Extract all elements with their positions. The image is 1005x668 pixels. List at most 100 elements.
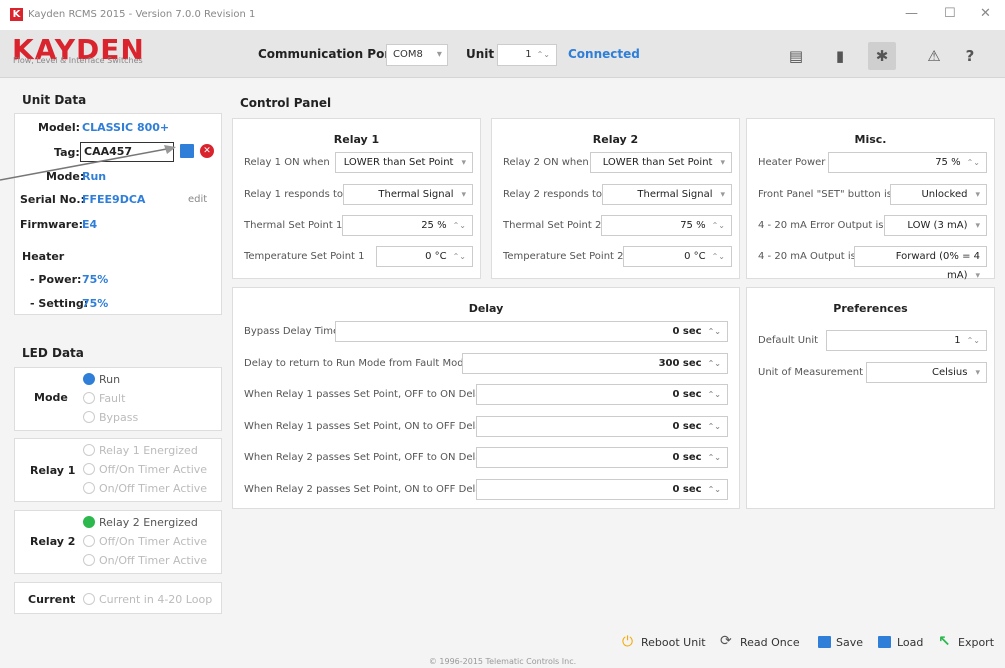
save-icon[interactable] [818, 636, 831, 648]
unit-value: 1 [525, 49, 532, 60]
power-value: 75% [82, 273, 109, 286]
relay2-title: Relay 2 [592, 133, 639, 146]
heater-power-label: Heater Power [758, 157, 826, 168]
firmware-label: Firmware: [20, 218, 84, 231]
unit-data-heading: Unit Data [22, 93, 87, 107]
output-label: 4 - 20 mA Output is [758, 251, 856, 262]
setting-label: - Setting: [30, 297, 89, 310]
relay2-responds-select[interactable]: Thermal Signal [602, 184, 732, 205]
led-fault-label: Fault [99, 392, 126, 405]
help-icon[interactable]: ? [956, 42, 984, 70]
load-icon[interactable] [878, 636, 891, 648]
save-tag-icon[interactable] [180, 144, 194, 158]
port-label: Communication Port [258, 47, 396, 61]
relay2-temp-label: Temperature Set Point 2 [503, 251, 624, 262]
delay-row-label: When Relay 2 passes Set Point, ON to OFF… [244, 484, 488, 495]
delay-row-spinner[interactable]: 0 sec [335, 321, 728, 342]
unit-spinner[interactable]: 1 ⌃⌄ [497, 44, 557, 66]
refresh-icon[interactable]: ⟳ [720, 633, 732, 649]
measurement-label: Unit of Measurement [758, 367, 864, 378]
delay-row-spinner[interactable]: 0 sec [476, 479, 728, 500]
relay2-temp-spinner[interactable]: 0 °C [623, 246, 732, 267]
led-relay2-energized-label: Relay 2 Energized [99, 516, 198, 529]
port-select[interactable]: COM8 ▾ [386, 44, 448, 66]
minimize-icon[interactable]: — [905, 6, 918, 21]
led-current-label: Current [28, 593, 76, 606]
error-output-select[interactable]: LOW (3 mA) [884, 215, 987, 236]
heater-heading: Heater [22, 250, 65, 263]
chevron-down-icon: ▾ [436, 49, 442, 60]
relay1-thermal-label: Thermal Set Point 1 [244, 220, 343, 231]
delay-row-label: Delay to return to Run Mode from Fault M… [244, 358, 470, 369]
relay1-temp-spinner[interactable]: 0 °C [376, 246, 473, 267]
read-once-button[interactable]: Read Once [740, 636, 800, 649]
power-label: - Power: [30, 273, 82, 286]
measurement-select[interactable]: Celsius [866, 362, 987, 383]
led-relay1-offon-label: Off/On Timer Active [99, 463, 208, 476]
brand-tagline: Flow, Level & Interface Switches [13, 56, 143, 65]
warning-icon[interactable]: ⚠ [920, 42, 948, 70]
relay1-on-when-select[interactable]: LOWER than Set Point [335, 152, 473, 173]
led-run-label: Run [99, 373, 121, 386]
serial-value: FFEE9DCA [82, 193, 146, 206]
preferences-title: Preferences [833, 302, 908, 315]
led-bypass-label: Bypass [99, 411, 139, 424]
mode-value: Run [82, 170, 107, 183]
export-button[interactable]: Export [958, 636, 994, 649]
led-data-heading: LED Data [22, 346, 84, 360]
relay2-thermal-label: Thermal Set Point 2 [503, 220, 602, 231]
led-relay1-offon-indicator [83, 463, 95, 475]
setting-value: 75% [82, 297, 109, 310]
default-unit-spinner[interactable]: 1 [826, 330, 987, 351]
power-icon[interactable]: ⏻ [622, 634, 633, 650]
relay1-thermal-spinner[interactable]: 25 % [342, 215, 473, 236]
relay2-responds-label: Relay 2 responds to [503, 189, 603, 200]
firmware-value: E4 [82, 218, 98, 231]
model-label: Model: [38, 121, 81, 134]
delay-row-spinner[interactable]: 0 sec [476, 447, 728, 468]
save-button[interactable]: Save [836, 636, 863, 649]
serial-label: Serial No.: [20, 193, 85, 206]
delay-row-label: When Relay 2 passes Set Point, OFF to ON… [244, 452, 488, 463]
led-relay2-offon-label: Off/On Timer Active [99, 535, 208, 548]
led-relay2-label: Relay 2 [30, 535, 76, 548]
delay-title: Delay [468, 302, 504, 315]
copyright: © 1996-2015 Telematic Controls Inc. [428, 657, 577, 666]
led-relay1-label: Relay 1 [30, 464, 76, 477]
error-output-label: 4 - 20 mA Error Output is [758, 220, 884, 231]
relay2-on-when-label: Relay 2 ON when [503, 157, 589, 168]
led-relay1-energized-label: Relay 1 Energized [99, 444, 198, 457]
spinner-icon: ⌃⌄ [536, 50, 550, 59]
panel-icon[interactable]: ▤ [782, 42, 810, 70]
led-relay2-offon-indicator [83, 535, 95, 547]
close-icon[interactable]: ✕ [980, 6, 991, 21]
relay1-responds-select[interactable]: Thermal Signal [343, 184, 473, 205]
control-panel-heading: Control Panel [240, 96, 332, 110]
set-button-select[interactable]: Unlocked [890, 184, 987, 205]
delay-row-spinner[interactable]: 0 sec [476, 416, 728, 437]
gear-icon[interactable]: ✱ [868, 42, 896, 70]
led-relay1-onoff-label: On/Off Timer Active [99, 482, 208, 495]
delay-row-spinner[interactable]: 0 sec [476, 384, 728, 405]
delay-row-spinner[interactable]: 300 sec [462, 353, 728, 374]
led-current-text: Current in 4-20 Loop [99, 593, 213, 606]
cancel-tag-icon[interactable]: ✕ [200, 144, 214, 158]
load-button[interactable]: Load [897, 636, 923, 649]
reboot-button[interactable]: Reboot Unit [641, 636, 706, 649]
maximize-icon[interactable]: ☐ [944, 6, 956, 21]
led-mode-label: Mode [34, 391, 68, 404]
led-relay2-energized-indicator [83, 516, 95, 528]
output-select[interactable]: Forward (0% = 4 mA) [854, 246, 987, 281]
edit-serial-link[interactable]: edit [188, 194, 207, 205]
relay2-thermal-spinner[interactable]: 75 % [601, 215, 732, 236]
relay2-on-when-select[interactable]: LOWER than Set Point [590, 152, 732, 173]
chart-icon[interactable]: ▮ [826, 42, 854, 70]
heater-power-spinner[interactable]: 75 % [828, 152, 987, 173]
port-value: COM8 [393, 49, 423, 60]
model-value: CLASSIC 800+ [82, 121, 170, 134]
led-relay1-onoff-indicator [83, 482, 95, 494]
led-relay1-energized-indicator [83, 444, 95, 456]
led-relay2-onoff-label: On/Off Timer Active [99, 554, 208, 567]
export-icon[interactable]: ↖ [938, 632, 951, 650]
window-title: Kayden RCMS 2015 - Version 7.0.0 Revisio… [28, 9, 256, 20]
